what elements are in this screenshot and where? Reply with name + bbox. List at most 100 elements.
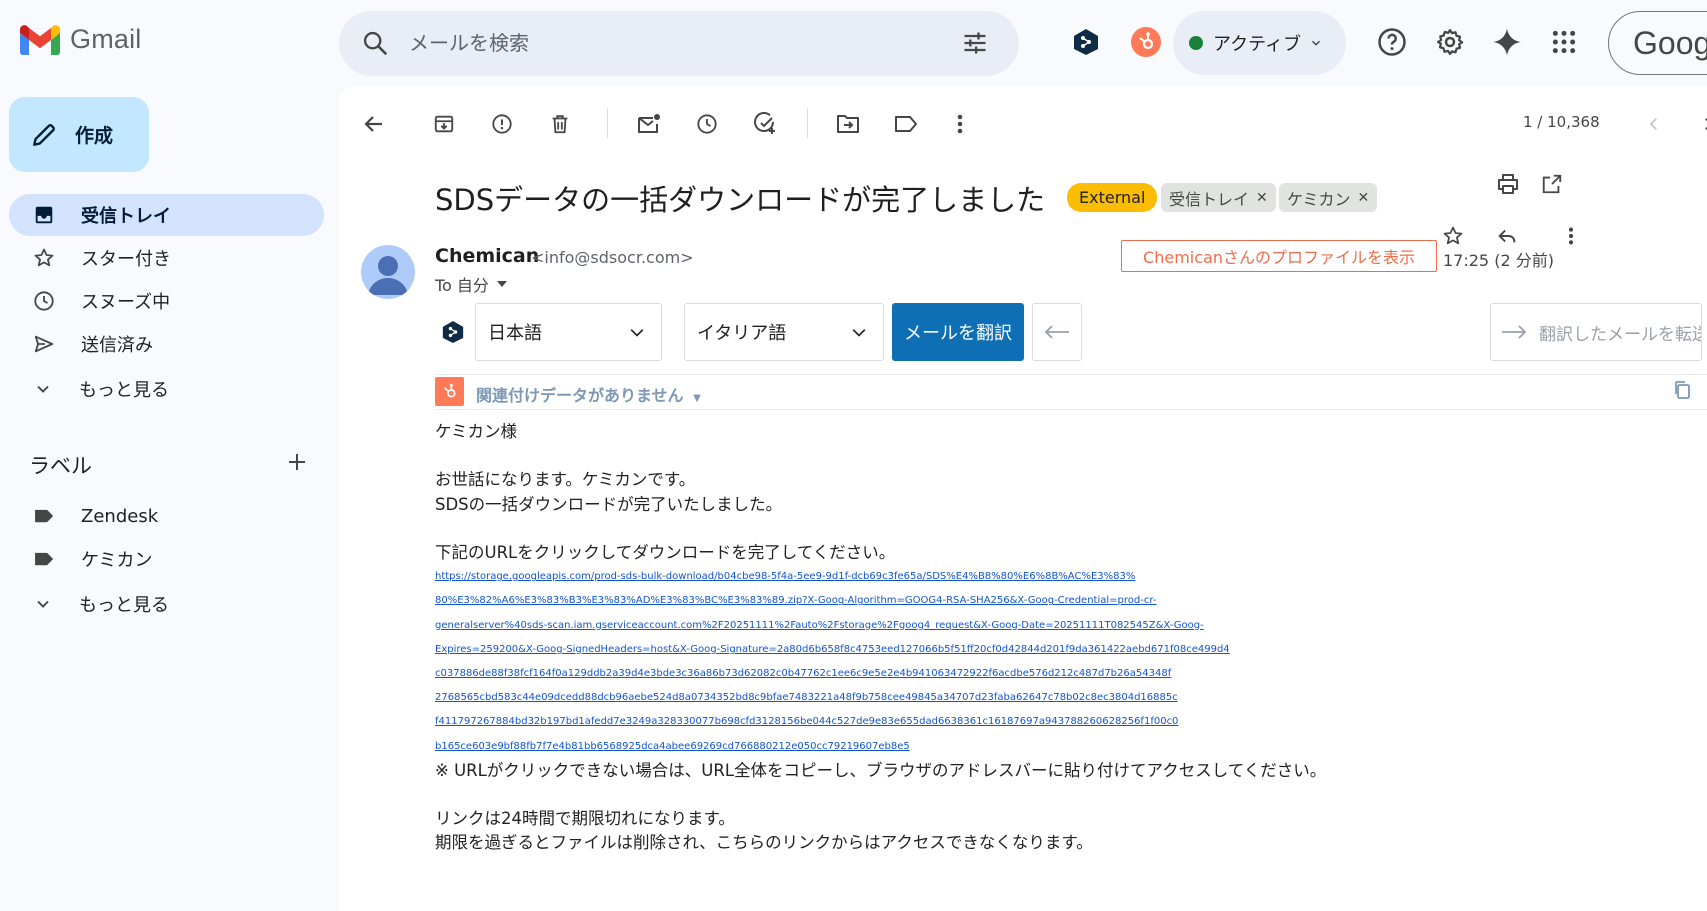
settings-gear-icon[interactable]	[1430, 22, 1470, 62]
remove-label-close-icon[interactable]: ✕	[1256, 190, 1268, 206]
external-badge: External	[1067, 183, 1158, 212]
search-input[interactable]	[409, 25, 889, 61]
hubspot-profile-button[interactable]: Chemicanさんのプロファイルを表示	[1121, 240, 1437, 272]
status-selector[interactable]: アクティブ	[1173, 11, 1346, 75]
email-body: ケミカン様 お世話になります。ケミカンです。 SDSの一括ダウンロードが完了いた…	[435, 420, 1685, 856]
clock-icon	[34, 291, 54, 311]
add-task-icon[interactable]	[745, 104, 785, 144]
apps-grid-icon[interactable]	[1544, 22, 1584, 62]
archive-icon[interactable]	[424, 104, 464, 144]
label-chip-kemikan: ケミカン ✕	[1279, 183, 1378, 212]
back-arrow-icon[interactable]	[354, 104, 394, 144]
app-name: Gmail	[70, 24, 142, 54]
report-spam-icon[interactable]	[482, 104, 522, 144]
divider	[435, 374, 1707, 375]
download-link-line[interactable]: c037886de88f38fcf164f0a129ddb2a39d4e3bde…	[435, 662, 1580, 686]
gmail-logo[interactable]: Gmail	[20, 24, 142, 55]
sidebar-item-label: 送信済み	[81, 335, 153, 356]
body-line: 下記のURLをクリックしてダウンロードを完了してください。	[435, 542, 896, 562]
google-account-button[interactable]: Goog	[1608, 11, 1707, 75]
download-link-line[interactable]: 2768565cbd583c44e09dcedd88dcb96aebe524d8…	[435, 686, 1580, 710]
chevron-down-icon	[852, 329, 866, 337]
download-link-line[interactable]: https://storage.googleapis.com/prod-sds-…	[435, 565, 1580, 589]
sidebar-item-sent[interactable]: 送信済み	[9, 323, 324, 365]
target-language-select[interactable]: イタリア語	[684, 303, 884, 361]
sidebar-label-zendesk[interactable]: Zendesk	[9, 495, 324, 537]
sidebar-label-text: Zendesk	[81, 505, 159, 527]
reply-icon[interactable]	[1487, 216, 1527, 256]
star-icon[interactable]	[1433, 216, 1473, 256]
mark-unread-icon[interactable]	[629, 104, 669, 144]
sidebar-label-text: もっと見る	[79, 595, 169, 616]
sidebar-item-inbox[interactable]: 受信トレイ	[9, 194, 324, 236]
forward-translated-button[interactable]: 翻訳したメールを転送	[1490, 303, 1702, 361]
forward-translated-label: 翻訳したメールを転送	[1539, 324, 1702, 345]
pagination-count: 1 / 10,368	[1523, 113, 1600, 131]
label-icon	[35, 509, 53, 523]
sender-avatar[interactable]	[361, 245, 415, 299]
hubspot-extension-icon[interactable]	[1126, 22, 1166, 62]
translate-email-button[interactable]: メールを翻訳	[892, 303, 1024, 361]
more-vert-icon[interactable]	[940, 104, 980, 144]
recipient-details[interactable]: To 自分	[435, 272, 507, 296]
add-label-plus-icon[interactable]	[285, 450, 309, 474]
help-icon[interactable]	[1372, 22, 1412, 62]
copy-icon[interactable]	[1673, 380, 1691, 400]
sidebar-label-text: ケミカン	[81, 550, 153, 571]
deepl-logo-icon	[442, 320, 464, 344]
download-link[interactable]: https://storage.googleapis.com/prod-sds-…	[435, 565, 1580, 759]
email-view: 1 / 10,368 SDSデータの一括ダウンロードが完了しました Extern…	[339, 86, 1707, 911]
search-bar[interactable]	[339, 11, 1019, 76]
label-chip-text: ケミカン	[1287, 189, 1351, 209]
print-icon[interactable]	[1488, 164, 1528, 204]
status-label: アクティブ	[1213, 34, 1302, 55]
open-new-window-icon[interactable]	[1532, 164, 1572, 204]
message-more-vert-icon[interactable]	[1551, 216, 1591, 256]
sidebar-item-more[interactable]: もっと見る	[9, 368, 324, 410]
source-language-select[interactable]: 日本語	[475, 303, 662, 361]
delete-trash-icon[interactable]	[540, 104, 580, 144]
sidebar-labels-more[interactable]: もっと見る	[9, 583, 324, 625]
labels-heading: ラベル	[29, 454, 92, 478]
send-icon	[34, 335, 54, 353]
star-icon	[34, 248, 54, 267]
download-link-line[interactable]: Expires=259200&X-Goog-SignedHeaders=host…	[435, 638, 1580, 662]
download-link-line[interactable]: f411797267884bd32b197bd1afedd7e3249a3283…	[435, 710, 1580, 734]
sender-name[interactable]: Chemican	[435, 245, 539, 267]
undo-translation-button[interactable]	[1032, 303, 1082, 361]
sidebar-label-kemikan[interactable]: ケミカン	[9, 538, 324, 580]
compose-button[interactable]: 作成	[9, 97, 149, 172]
pencil-icon	[33, 123, 55, 146]
email-subject: SDSデータの一括ダウンロードが完了しました	[435, 183, 1046, 217]
hubspot-logo-icon	[435, 377, 464, 406]
snooze-clock-icon[interactable]	[687, 104, 727, 144]
body-line: SDSの一括ダウンロードが完了いたしました。	[435, 494, 783, 514]
account-label: Goog	[1633, 24, 1707, 61]
sidebar-item-starred[interactable]: スター付き	[9, 237, 324, 279]
label-chip-inbox: 受信トレイ ✕	[1161, 183, 1276, 212]
hubspot-association-dropdown[interactable]: 関連付けデータがありません ▼	[476, 382, 701, 406]
deepl-extension-icon[interactable]	[1066, 22, 1106, 62]
label-as-icon[interactable]	[886, 104, 926, 144]
download-link-line[interactable]: 80%E3%82%A6%E3%83%B3%E3%83%AD%E3%83%BC%E…	[435, 589, 1580, 613]
arrow-right-icon	[1502, 325, 1527, 339]
download-link-line[interactable]: b165ce603e9bf88fb7f7e4b81bb6568925dca4ab…	[435, 735, 1580, 759]
gmail-m-icon	[20, 24, 60, 55]
newer-chevron-left-icon[interactable]	[1634, 104, 1674, 144]
search-icon[interactable]	[361, 29, 389, 57]
arrow-left-icon	[1044, 325, 1069, 339]
sidebar-item-snoozed[interactable]: スヌーズ中	[9, 280, 324, 322]
search-options-icon[interactable]	[961, 29, 989, 57]
download-link-line[interactable]: generalserver%40sds-scan.iam.gserviceacc…	[435, 614, 1580, 638]
sidebar-item-label: スター付き	[81, 249, 171, 270]
hubspot-association-label: 関連付けデータがありません	[476, 386, 684, 405]
older-chevron-right-icon[interactable]	[1688, 104, 1707, 144]
gemini-sparkle-icon[interactable]	[1487, 22, 1527, 62]
move-to-folder-icon[interactable]	[828, 104, 868, 144]
source-language-value: 日本語	[488, 323, 542, 344]
remove-label-close-icon[interactable]: ✕	[1358, 190, 1370, 206]
caret-down-icon: ▼	[693, 393, 701, 404]
